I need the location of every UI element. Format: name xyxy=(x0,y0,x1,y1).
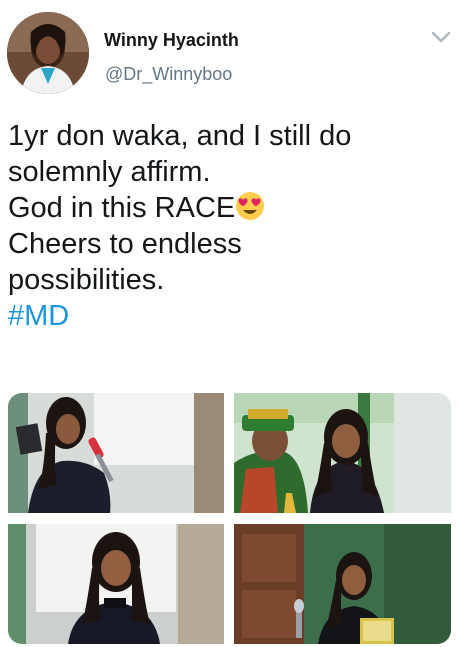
user-handle[interactable]: @Dr_Winnyboo xyxy=(105,64,232,85)
tweet-line: possibilities. xyxy=(8,264,165,296)
hashtag-link[interactable]: #MD xyxy=(8,300,69,332)
chevron-down-icon[interactable] xyxy=(430,28,452,46)
heart-eyes-emoji-icon xyxy=(236,192,265,220)
tweet-text: 1yr don waka, and I still do solemnly af… xyxy=(8,118,448,334)
photo-portrait-in-front-of-screen[interactable] xyxy=(8,524,224,644)
photo-holding-award-plaque[interactable] xyxy=(234,524,451,644)
photo-with-academic-officer[interactable] xyxy=(234,393,451,513)
avatar[interactable] xyxy=(7,12,89,94)
tweet-header: Winny Hyacinth @Dr_Winnyboo xyxy=(0,0,462,110)
photo-speaker-with-microphone[interactable] xyxy=(8,393,224,513)
media-grid xyxy=(8,393,451,644)
tweet-line: God in this RACE xyxy=(8,192,236,224)
display-name[interactable]: Winny Hyacinth xyxy=(104,30,239,51)
tweet-line: solemnly affirm. xyxy=(8,156,211,188)
tweet-line: Cheers to endless xyxy=(8,228,242,260)
tweet-line: 1yr don waka, and I still do xyxy=(8,120,352,152)
